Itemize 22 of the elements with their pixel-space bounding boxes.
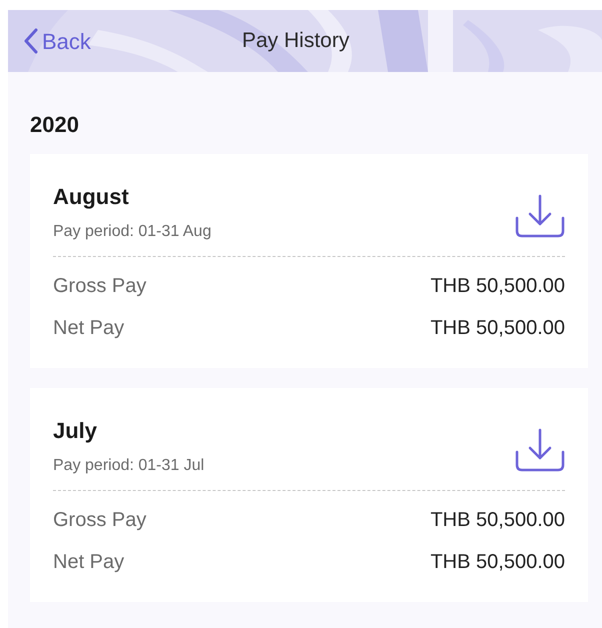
payslip-card[interactable]: July Pay period: 01-31 Jul Gross Pay THB 50,500.00 Net Pay THB 50,500.00: [30, 388, 588, 602]
pay-amount: THB 50,500.00: [430, 550, 565, 575]
month-title: August: [53, 184, 130, 210]
chevron-left-icon: [24, 28, 38, 54]
download-button[interactable]: [515, 428, 565, 472]
download-icon: [515, 194, 565, 238]
screen-title: Pay History: [242, 28, 350, 54]
pay-period: Pay period: 01-31 Aug: [53, 222, 212, 242]
payslip-card[interactable]: August Pay period: 01-31 Aug Gross Pay THB 50,500.00 Net Pay THB 50,500.00: [30, 154, 588, 368]
pay-label: Net Pay: [53, 550, 124, 575]
pay-amount: THB 50,500.00: [430, 508, 565, 533]
pay-label: Net Pay: [53, 316, 124, 341]
pay-amount: THB 50,500.00: [430, 274, 565, 299]
back-button[interactable]: Back: [24, 24, 91, 58]
year-heading: 2020: [30, 111, 80, 139]
download-button[interactable]: [515, 194, 565, 238]
pay-period: Pay period: 01-31 Jul: [53, 456, 204, 476]
month-title: July: [53, 418, 98, 444]
pay-label: Gross Pay: [53, 274, 146, 299]
pay-amount: THB 50,500.00: [430, 316, 565, 341]
pay-label: Gross Pay: [53, 508, 146, 533]
download-icon: [515, 428, 565, 472]
